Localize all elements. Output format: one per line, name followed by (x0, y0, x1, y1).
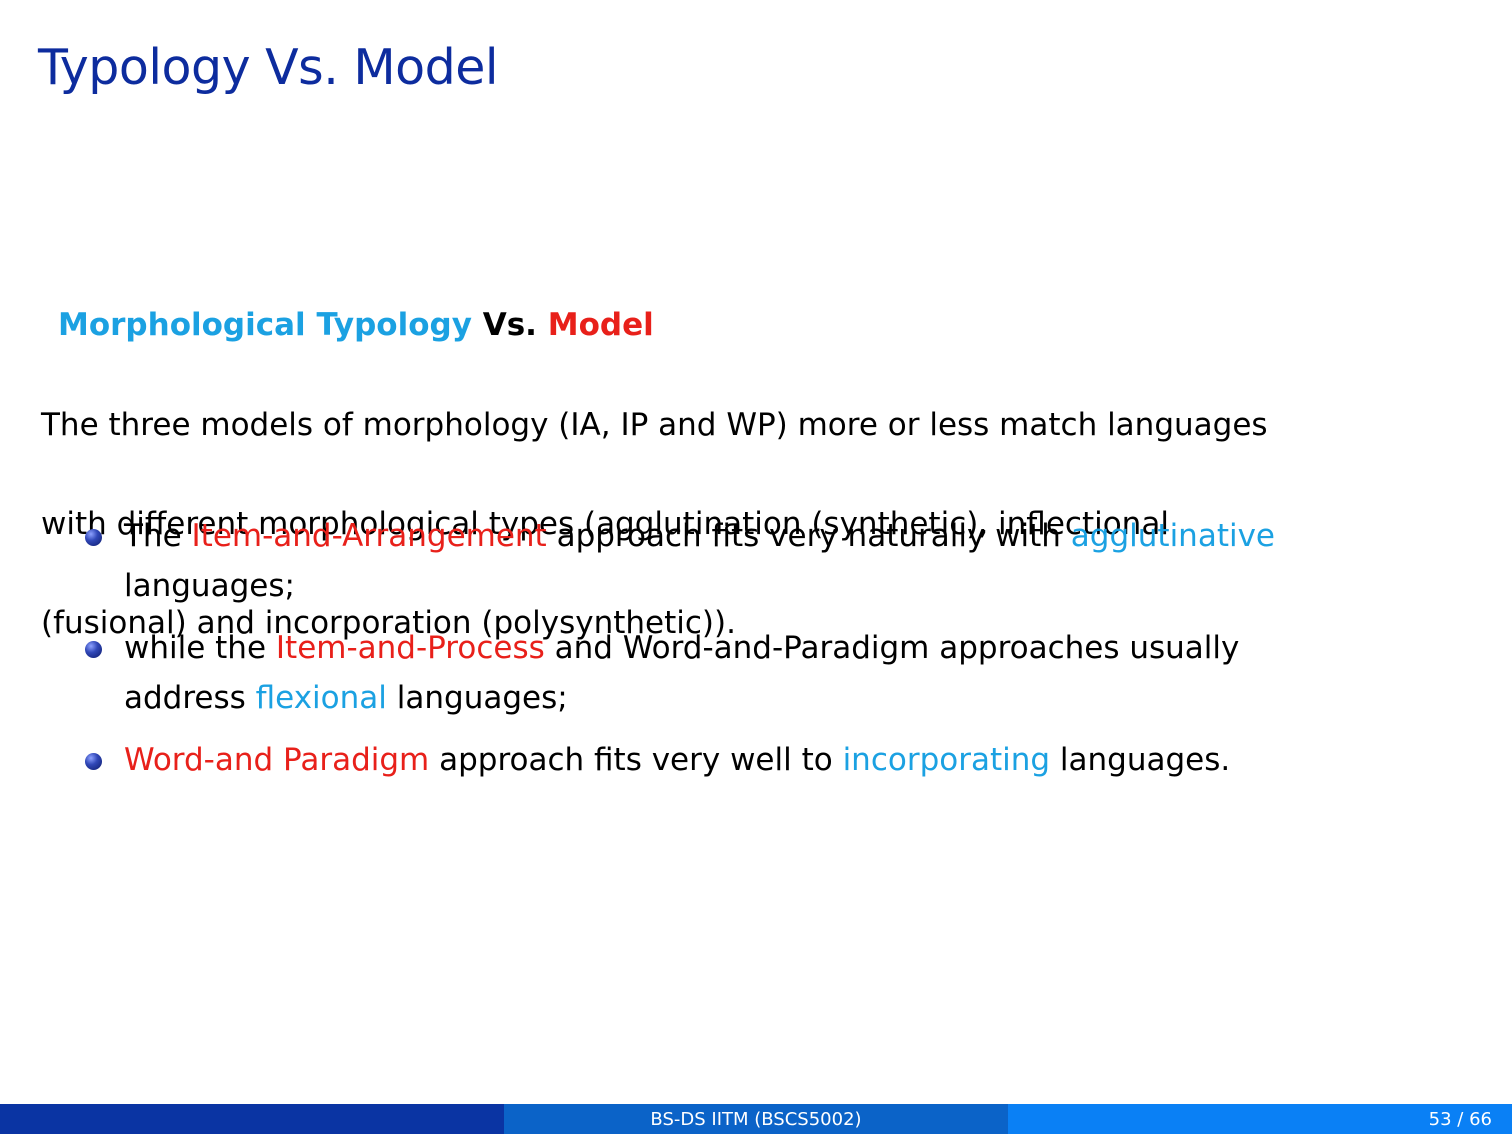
bullet-text: while the (124, 630, 276, 666)
block-heading: Morphological Typology Vs. Model (58, 301, 654, 349)
footer-course-label: BS-DS IITM (BSCS5002) (650, 1108, 862, 1130)
bullet-line: Word-and Paradigm approach fits very wel… (124, 736, 1512, 786)
footer-left-segment (0, 1104, 504, 1134)
bullet-list: The Item-and-Arrangement approach fits v… (0, 512, 1512, 799)
bullet-ball-icon (85, 529, 102, 546)
bullet-item-wp: Word-and Paradigm approach fits very wel… (0, 736, 1512, 786)
bullet-text: languages; (386, 679, 568, 716)
bullet-ball-icon (85, 753, 102, 770)
bullet-text: and Word-and-Paradigm approaches usually (544, 630, 1240, 666)
highlight-agglutinative: agglutinative (1070, 518, 1276, 554)
bullet-text: languages. (1050, 742, 1231, 778)
highlight-flexional: flexional (255, 679, 387, 716)
highlight-word-and-paradigm: Word-and Paradigm (124, 742, 430, 778)
footer-right-segment: 53 / 66 (1008, 1104, 1512, 1134)
bullet-text: approach fits very naturally with (546, 518, 1071, 554)
bullet-item-ip: while the Item-and-Process and Word-and-… (0, 624, 1512, 723)
bullet-line: The Item-and-Arrangement approach fits v… (124, 512, 1512, 562)
bullet-text: The (124, 518, 192, 554)
page-number: 53 / 66 (1428, 1108, 1492, 1130)
bullet-item-ia: The Item-and-Arrangement approach fits v… (0, 512, 1512, 611)
bullet-ball-icon (85, 641, 102, 658)
slide: Typology Vs. Model Morphological Typolog… (0, 0, 1512, 1134)
heading-model: Model (547, 307, 654, 343)
bullet-line: address flexional languages; (124, 674, 1512, 724)
footer-center-segment: BS-DS IITM (BSCS5002) (504, 1104, 1008, 1134)
slide-title: Typology Vs. Model (38, 39, 498, 96)
footer-bar: BS-DS IITM (BSCS5002) 53 / 66 (0, 1104, 1512, 1134)
highlight-incorporating: incorporating (842, 742, 1051, 778)
heading-vs: Vs. (482, 307, 537, 343)
bullet-line: while the Item-and-Process and Word-and-… (124, 624, 1512, 674)
bullet-text: approach fits very well to (429, 742, 843, 778)
heading-typology: Morphological Typology (58, 307, 472, 343)
highlight-item-and-process: Item-and-Process (275, 630, 545, 666)
paragraph-line: The three models of morphology (IA, IP a… (41, 406, 1268, 443)
bullet-line: languages; (124, 567, 295, 604)
highlight-item-and-arrangement: Item-and-Arrangement (191, 518, 547, 554)
bullet-text: address (124, 679, 256, 716)
